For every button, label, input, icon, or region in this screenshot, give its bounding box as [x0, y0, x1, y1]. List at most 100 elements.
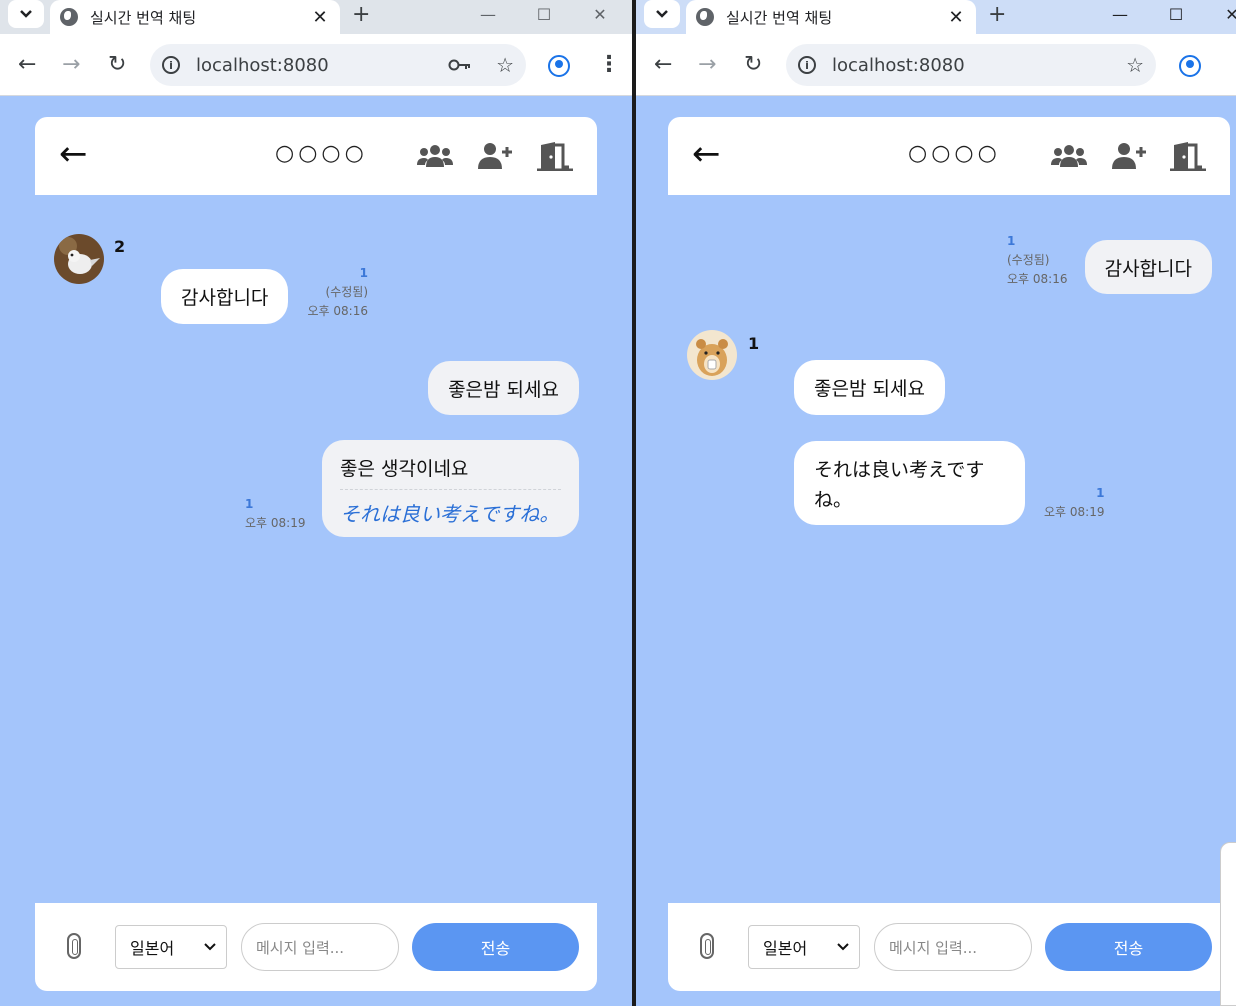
chat-header: ← ○○○○ — [668, 117, 1230, 195]
menu-icon[interactable]: ⋮ — [598, 52, 620, 77]
chat-room: ← ○○○○ 감사합니다 1 (수정됨) 오후 08:16 1 좋은밤 되세요 … — [668, 117, 1230, 991]
chat-header: ← ○○○○ — [35, 117, 597, 195]
translated-text: それは良い考えですね。 — [340, 502, 560, 526]
close-tab-icon[interactable]: ✕ — [946, 7, 966, 28]
maximize-button[interactable]: ☐ — [1148, 0, 1204, 28]
close-tab-icon[interactable]: ✕ — [310, 7, 330, 28]
maximize-button[interactable]: ☐ — [516, 0, 572, 28]
tab-title: 실시간 번역 채팅 — [726, 8, 833, 27]
read-count: 1 — [1096, 486, 1105, 500]
close-window-button[interactable]: ✕ — [1204, 0, 1236, 28]
users-icon[interactable] — [417, 141, 453, 171]
read-count: 1 — [359, 266, 368, 280]
close-window-button[interactable]: ✕ — [572, 0, 628, 28]
profile-icon[interactable] — [1179, 55, 1201, 77]
chat-room: ← ○○○○ 2 감사합니다 1 (수정됨) 오후 08:16 좋은밤 되세요 — [35, 117, 597, 991]
side-panel-edge[interactable] — [1220, 842, 1236, 1006]
desktop: 실시간 번역 채팅 ✕ + — ☐ ✕ ← → ↻ i localhost:80… — [0, 0, 1236, 1006]
tab-search-button[interactable] — [644, 0, 680, 28]
back-nav-icon[interactable]: ← — [18, 52, 36, 78]
message-bubble[interactable]: 감사합니다 — [161, 269, 289, 324]
original-text: 좋은 생각이네요 — [340, 454, 561, 490]
users-icon[interactable] — [1051, 141, 1087, 171]
message-input-placeholder: 메시지 입력... — [256, 938, 345, 957]
url-text: localhost:8080 — [832, 54, 965, 76]
back-arrow-icon[interactable]: ← — [692, 137, 721, 171]
edited-label: (수정됨) — [325, 285, 368, 299]
user-plus-icon[interactable] — [477, 141, 513, 171]
message-meta: 1 오후 08:19 — [1044, 484, 1104, 522]
room-name: ○○○○ — [275, 141, 368, 166]
message-input[interactable]: 메시지 입력... — [874, 923, 1032, 971]
message-input-placeholder: 메시지 입력... — [889, 938, 978, 957]
message-meta: 1 (수정됨) 오후 08:16 — [308, 264, 368, 321]
avatar[interactable] — [687, 330, 737, 380]
address-bar[interactable]: i localhost:8080 ☆ — [786, 44, 1156, 86]
new-tab-button[interactable]: + — [352, 2, 370, 27]
language-select[interactable]: 일본어 — [115, 925, 227, 969]
tab-search-button[interactable] — [8, 0, 44, 28]
avatar[interactable] — [54, 234, 104, 284]
send-button[interactable]: 전송 — [412, 923, 579, 971]
site-info-icon[interactable]: i — [162, 56, 180, 74]
menu-icon[interactable]: ⋮ — [1228, 52, 1236, 77]
room-name: ○○○○ — [908, 141, 1001, 166]
star-icon[interactable]: ☆ — [496, 53, 514, 77]
browser-window-left: 실시간 번역 채팅 ✕ + — ☐ ✕ ← → ↻ i localhost:80… — [0, 0, 632, 1006]
browser-toolbar: ← → ↻ i localhost:8080 ☆ ⋮ — [636, 34, 1236, 96]
globe-icon — [696, 8, 714, 26]
reload-icon[interactable]: ↻ — [108, 52, 126, 78]
url-text: localhost:8080 — [196, 54, 329, 76]
tab-strip: 실시간 번역 채팅 ✕ + — ☐ ✕ — [0, 0, 632, 34]
chevron-down-icon — [656, 10, 668, 18]
globe-icon — [60, 8, 78, 26]
send-button[interactable]: 전송 — [1045, 923, 1212, 971]
door-open-icon[interactable] — [537, 141, 573, 171]
door-open-icon[interactable] — [1170, 141, 1206, 171]
browser-tab[interactable]: 실시간 번역 채팅 ✕ — [686, 0, 976, 34]
tab-strip: 실시간 번역 채팅 ✕ + — ☐ ✕ — [636, 0, 1236, 34]
my-message-bubble[interactable]: 감사합니다 — [1084, 240, 1212, 294]
browser-window-right: 실시간 번역 채팅 ✕ + — ☐ ✕ ← → ↻ i localhost:80… — [636, 0, 1236, 1006]
minimize-button[interactable]: — — [460, 0, 516, 28]
message-time: 오후 08:16 — [307, 304, 368, 318]
chat-input-bar: 일본어 메시지 입력... 전송 — [668, 903, 1230, 991]
message-bubble[interactable]: 좋은밤 되세요 — [794, 360, 945, 415]
my-translated-message[interactable]: 좋은 생각이네요 それは良い考えですね。 — [322, 440, 579, 537]
window-controls: — ☐ ✕ — [1092, 0, 1236, 30]
site-info-icon[interactable]: i — [798, 56, 816, 74]
language-value: 일본어 — [763, 939, 808, 958]
sender-name: 1 — [748, 334, 760, 353]
tab-title: 실시간 번역 채팅 — [90, 8, 197, 27]
address-bar[interactable]: i localhost:8080 ☆ — [150, 44, 526, 86]
new-tab-button[interactable]: + — [988, 2, 1006, 27]
paperclip-icon[interactable] — [700, 933, 714, 959]
language-select[interactable]: 일본어 — [748, 925, 860, 969]
window-controls: — ☐ ✕ — [460, 0, 628, 30]
browser-toolbar: ← → ↻ i localhost:8080 ☆ ⋮ — [0, 34, 632, 96]
key-icon[interactable] — [448, 58, 472, 72]
edited-label: (수정됨) — [1007, 253, 1050, 267]
profile-icon[interactable] — [548, 55, 570, 77]
reload-icon[interactable]: ↻ — [744, 52, 762, 78]
chevron-down-icon — [837, 943, 849, 951]
forward-nav-icon[interactable]: → — [698, 52, 716, 78]
message-input[interactable]: 메시지 입력... — [241, 923, 399, 971]
user-plus-icon[interactable] — [1111, 141, 1147, 171]
my-message-bubble[interactable]: 좋은밤 되세요 — [428, 361, 579, 415]
paperclip-icon[interactable] — [67, 933, 81, 959]
forward-nav-icon[interactable]: → — [62, 52, 80, 78]
minimize-button[interactable]: — — [1092, 0, 1148, 28]
message-time: 오후 08:16 — [1007, 272, 1068, 286]
message-time: 오후 08:19 — [245, 516, 306, 530]
chevron-down-icon — [20, 10, 32, 18]
browser-tab[interactable]: 실시간 번역 채팅 ✕ — [50, 0, 340, 34]
chevron-down-icon — [204, 943, 216, 951]
message-bubble[interactable]: それは良い考えですね。 — [794, 441, 1025, 525]
star-icon[interactable]: ☆ — [1126, 53, 1144, 77]
language-value: 일본어 — [130, 939, 175, 958]
message-meta: 1 오후 08:19 — [245, 495, 305, 533]
back-arrow-icon[interactable]: ← — [59, 137, 88, 171]
message-time: 오후 08:19 — [1044, 505, 1105, 519]
back-nav-icon[interactable]: ← — [654, 52, 672, 78]
